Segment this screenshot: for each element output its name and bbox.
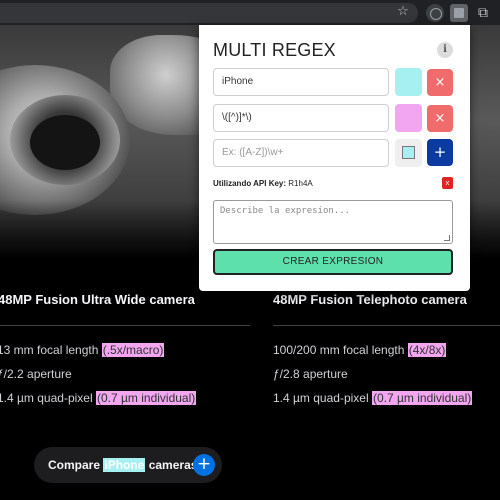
- popup-title: MULTI REGEX: [213, 40, 336, 60]
- spec-line: 1.4 µm quad-pixel (0.7 µm individual): [0, 391, 197, 405]
- api-key-label: Utilizando API Key:: [213, 179, 287, 188]
- regex-highlight: (0.7 µm individual): [371, 391, 473, 405]
- block-icon[interactable]: [426, 4, 444, 22]
- api-key-row: Utilizando API Key: R1h4A: [213, 179, 313, 188]
- regex-highlight: iPhone: [103, 458, 146, 472]
- spec-line: 1.4 µm quad-pixel (0.7 µm individual): [273, 391, 473, 405]
- regex-extension-icon[interactable]: [450, 4, 468, 22]
- browser-toolbar: ☆ ⧉: [0, 0, 500, 25]
- regex-pattern-input[interactable]: \([^)]*\): [213, 104, 389, 132]
- delete-rule-button[interactable]: ×: [427, 69, 453, 96]
- compare-cameras-label: Compare iPhone cameras: [48, 458, 198, 472]
- address-bar[interactable]: [0, 3, 418, 23]
- describe-expression-textarea[interactable]: Describe la expresion...: [213, 200, 453, 244]
- divider: [0, 325, 250, 326]
- regex-highlight: (4x/8x): [407, 343, 447, 357]
- star-icon[interactable]: ☆: [396, 5, 410, 19]
- camera-title: 48MP Fusion Ultra Wide camera: [0, 292, 195, 307]
- new-regex-input[interactable]: Ex: ([A-Z])\w+: [213, 139, 389, 167]
- compare-add-button[interactable]: +: [193, 454, 215, 476]
- add-rule-button[interactable]: +: [427, 139, 453, 166]
- spec-line: 100/200 mm focal length (4x/8x): [273, 343, 447, 357]
- spec-line: ƒ/2.2 aperture: [0, 367, 72, 381]
- divider: [273, 325, 500, 326]
- puzzle-icon[interactable]: ⧉: [474, 4, 492, 22]
- color-picker[interactable]: [395, 139, 422, 167]
- multi-regex-popup: MULTI REGEX i iPhone × \([^)]*\) × Ex: (…: [199, 25, 470, 291]
- color-swatch[interactable]: [395, 104, 422, 132]
- spec-line: 13 mm focal length (.5x/macro): [0, 343, 165, 357]
- info-icon[interactable]: i: [437, 42, 453, 58]
- remove-api-key-button[interactable]: x: [442, 177, 453, 189]
- regex-pattern-input[interactable]: iPhone: [213, 68, 389, 96]
- create-expression-button[interactable]: CREAR EXPRESION: [213, 249, 453, 275]
- camera-title: 48MP Fusion Telephoto camera: [273, 292, 467, 307]
- resize-handle[interactable]: [444, 235, 450, 241]
- regex-highlight: (.5x/macro): [101, 343, 165, 357]
- color-swatch[interactable]: [395, 68, 422, 96]
- api-key-value: R1h4A: [288, 179, 313, 188]
- spec-line: ƒ/2.8 aperture: [273, 367, 348, 381]
- delete-rule-button[interactable]: ×: [427, 105, 453, 132]
- regex-highlight: (0.7 µm individual): [95, 391, 197, 405]
